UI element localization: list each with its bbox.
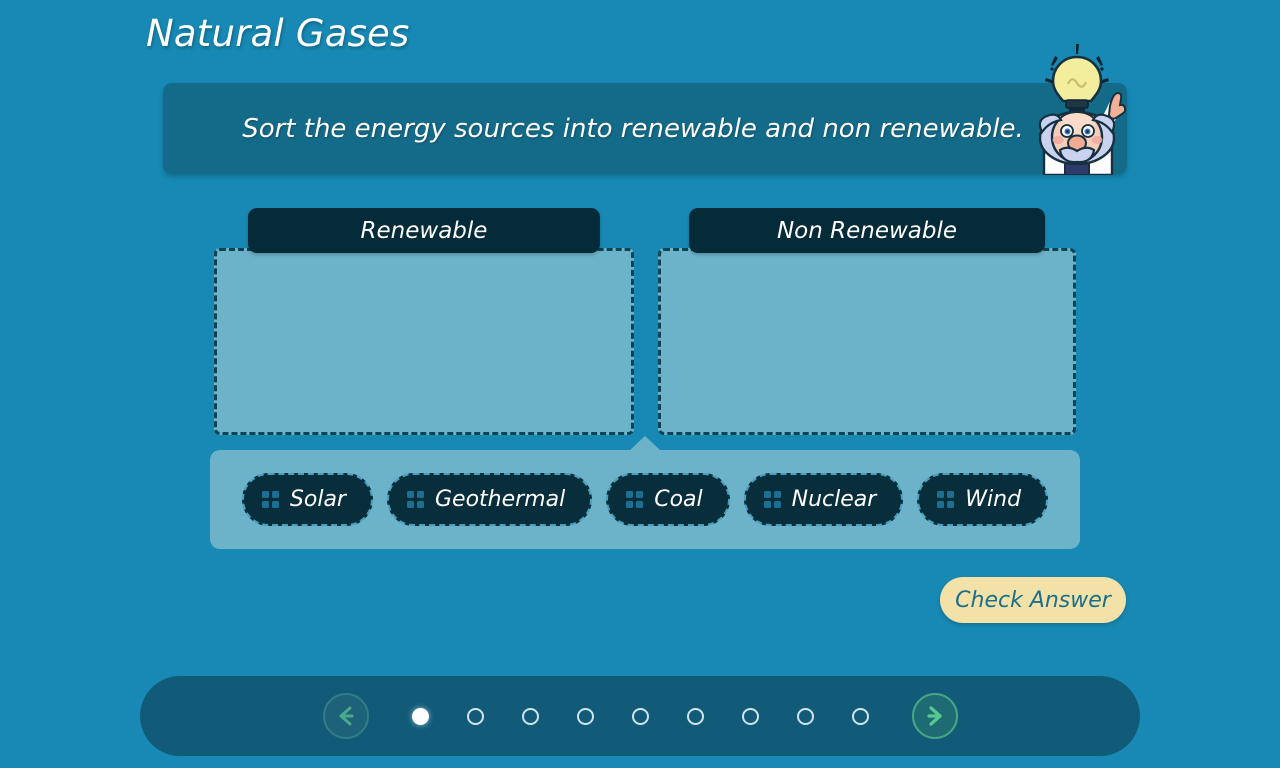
pagination-dot-4[interactable]: [576, 707, 594, 725]
draggable-chip-geothermal[interactable]: Geothermal: [386, 473, 593, 526]
draggable-chip-nuclear[interactable]: Nuclear: [743, 473, 904, 526]
chip-label: Nuclear: [791, 487, 877, 512]
drop-zone-non-renewable[interactable]: [658, 248, 1076, 435]
category-column-renewable: Renewable: [214, 208, 634, 435]
pagination-dot-6[interactable]: [686, 707, 704, 725]
pagination-dots: [411, 707, 869, 725]
category-label: Renewable: [360, 217, 488, 244]
instruction-text: Sort the energy sources into renewable a…: [242, 113, 1024, 144]
pagination-dot-8[interactable]: [796, 707, 814, 725]
chip-label: Geothermal: [434, 487, 566, 512]
category-header-renewable: Renewable: [248, 208, 600, 253]
drag-handle-icon: [261, 491, 279, 508]
arrow-left-icon: [339, 706, 353, 726]
pagination-dot-2[interactable]: [466, 707, 484, 725]
draggable-chip-wind[interactable]: Wind: [917, 473, 1049, 526]
drop-zone-renewable[interactable]: [214, 248, 634, 435]
arrow-right-icon: [926, 706, 942, 726]
pagination-dot-9[interactable]: [851, 707, 869, 725]
drag-handle-icon: [937, 491, 955, 508]
pagination-dot-5[interactable]: [631, 707, 649, 725]
check-answer-button[interactable]: Check Answer: [940, 577, 1126, 623]
pagination-dot-1[interactable]: [411, 707, 429, 725]
chip-label: Wind: [965, 487, 1022, 512]
drag-handle-icon: [626, 491, 644, 508]
drag-handle-icon: [406, 491, 424, 508]
bottom-navigation-bar: [140, 676, 1140, 756]
tray-notch: [629, 436, 661, 451]
navigation-controls: [322, 693, 958, 739]
draggable-chip-coal[interactable]: Coal: [606, 473, 730, 526]
pagination-dot-7[interactable]: [741, 707, 759, 725]
category-label: Non Renewable: [776, 217, 958, 244]
pagination-dot-3[interactable]: [521, 707, 539, 725]
instruction-banner: Sort the energy sources into renewable a…: [163, 83, 1127, 174]
chip-tray: Solar Geothermal Coal Nuclear Wind: [210, 436, 1080, 549]
page-title: Natural Gases: [146, 12, 410, 55]
chip-label: Coal: [654, 487, 703, 512]
previous-page-button[interactable]: [322, 693, 369, 739]
next-page-button[interactable]: [911, 693, 958, 739]
chip-label: Solar: [289, 487, 346, 512]
category-column-non-renewable: Non Renewable: [658, 208, 1076, 435]
draggable-chip-solar[interactable]: Solar: [241, 473, 373, 526]
drag-handle-icon: [763, 491, 781, 508]
category-header-non-renewable: Non Renewable: [689, 208, 1045, 253]
